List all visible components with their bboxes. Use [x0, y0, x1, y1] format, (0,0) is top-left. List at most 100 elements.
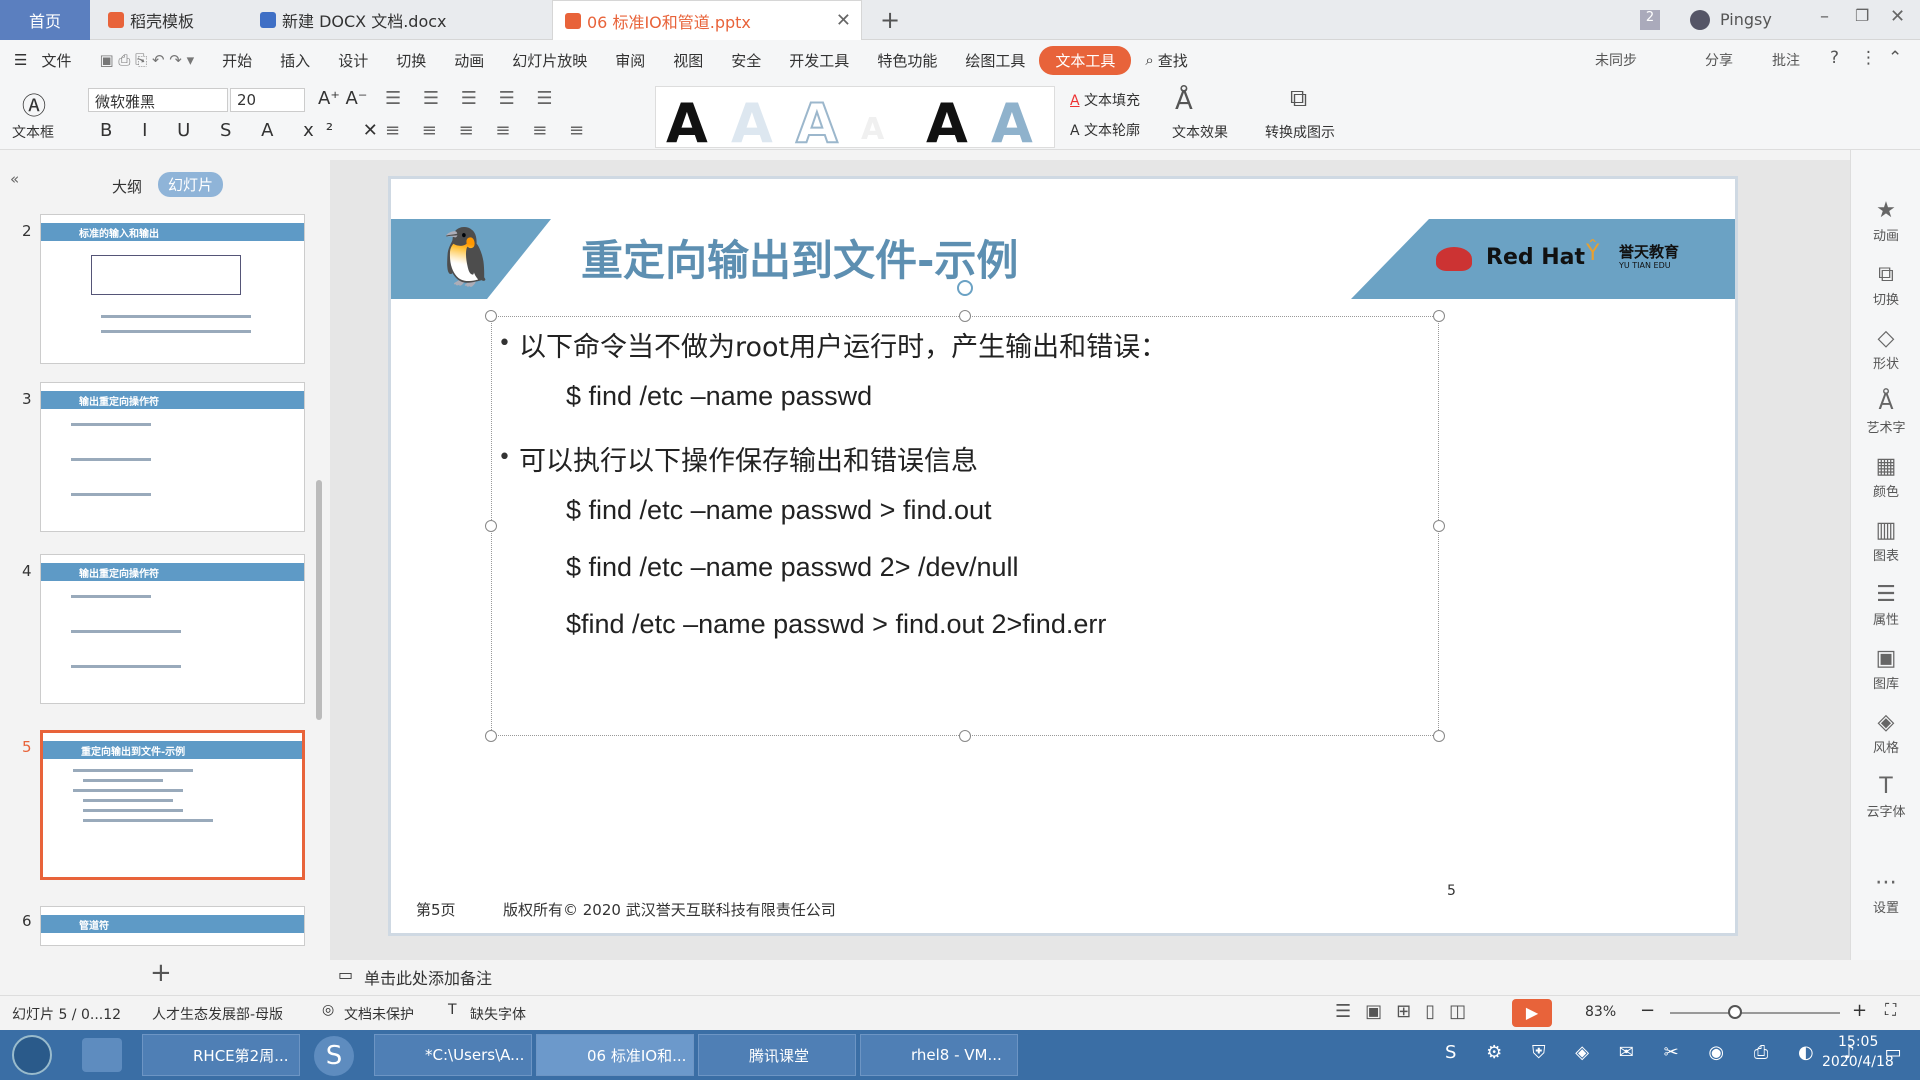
tab-count-badge[interactable]: 2	[1640, 10, 1660, 30]
menu-animation[interactable]: 动画	[440, 50, 498, 71]
wordart-gallery[interactable]: A A A A A A	[655, 86, 1055, 152]
slide-thumbnail-4[interactable]: 输出重定向操作符	[40, 554, 305, 704]
menu-transition[interactable]: 切换	[382, 50, 440, 71]
zoom-out-icon[interactable]: −	[1640, 1000, 1655, 1021]
zoom-in-icon[interactable]: +	[1852, 1000, 1867, 1021]
slide-thumbnail-2[interactable]: 标准的输入和输出	[40, 214, 305, 364]
menu-text-tools[interactable]: 文本工具	[1039, 45, 1132, 75]
notes-placeholder[interactable]: 单击此处添加备注	[364, 965, 492, 989]
wordart-style-6[interactable]: A	[991, 97, 1033, 151]
bullet-2[interactable]: 可以执行以下操作保存输出和错误信息	[519, 439, 978, 478]
taskbar-item-vmware[interactable]: rhel8 - VM...	[860, 1034, 1018, 1076]
code-line-3[interactable]: $ find /etc –name passwd 2> /dev/null	[566, 552, 1019, 583]
convert-to-diagram-button[interactable]: 转换成图示	[1265, 122, 1335, 142]
quick-access-icons[interactable]: ▣ ⎙ ⎘ ↶ ↷ ▾	[85, 51, 208, 69]
sidebar-properties[interactable]: ☰ 属性	[1851, 582, 1920, 628]
bullet-1[interactable]: 以下命令当不做为root用户运行时，产生输出和错误：	[519, 325, 1167, 364]
menu-slideshow[interactable]: 幻灯片放映	[498, 50, 601, 71]
sidebar-transition[interactable]: ⧉ 切换	[1851, 262, 1920, 308]
user-name[interactable]: Pingsy	[1720, 10, 1772, 29]
close-tab-icon[interactable]: ✕	[836, 10, 851, 31]
thumb-scrollbar[interactable]	[316, 480, 322, 720]
menu-review[interactable]: 审阅	[601, 50, 659, 71]
clock-date[interactable]: 2020/4/18	[1822, 1054, 1894, 1070]
resize-handle[interactable]	[485, 520, 497, 532]
resize-handle[interactable]	[959, 310, 971, 322]
textbox-button[interactable]: 文本框	[12, 122, 54, 142]
taskbar-item-rhce[interactable]: RHCE第2周...	[142, 1034, 300, 1076]
menu-features[interactable]: 特色功能	[863, 50, 951, 71]
menu-view[interactable]: 视图	[659, 50, 717, 71]
textbox-icon[interactable]: Ⓐ	[22, 86, 46, 121]
slide-thumbnail-5-selected[interactable]: 重定向输出到文件-示例	[40, 730, 305, 880]
wordart-style-1[interactable]: A	[666, 97, 708, 151]
code-line-2[interactable]: $ find /etc –name passwd > find.out	[566, 495, 992, 526]
sidebar-wordart[interactable]: Å 艺术字	[1851, 390, 1920, 436]
tab-docer-templates[interactable]: 稻壳模板	[96, 0, 246, 40]
new-tab-button[interactable]: +	[880, 6, 900, 34]
wordart-style-4[interactable]: A	[861, 115, 884, 145]
view-mode-icons[interactable]: ☰▣⊞▯◫	[1335, 1001, 1480, 1022]
close-window-icon[interactable]: ✕	[1890, 6, 1905, 27]
font-family-select[interactable]: 微软雅黑	[88, 88, 228, 112]
play-slideshow-button[interactable]: ▶	[1512, 999, 1552, 1027]
pinned-s-icon[interactable]: S	[314, 1036, 354, 1076]
resize-handle[interactable]	[485, 730, 497, 742]
sidebar-chart[interactable]: ▥ 图表	[1851, 518, 1920, 564]
resize-handle[interactable]	[1433, 310, 1445, 322]
protect-status[interactable]: 文档未保护	[344, 1004, 414, 1024]
format-buttons[interactable]: B I U S A x² ✕	[100, 120, 390, 141]
text-effect-button[interactable]: 文本效果	[1172, 122, 1228, 142]
sidebar-color[interactable]: ▦ 颜色	[1851, 454, 1920, 500]
slide-title[interactable]: 重定向输出到文件-示例	[581, 227, 1018, 288]
text-outline-button[interactable]: A 文本轮廓	[1070, 120, 1140, 140]
minimize-icon[interactable]: –	[1820, 6, 1829, 27]
wordart-style-2[interactable]: A	[731, 97, 773, 151]
sidebar-cloud-font[interactable]: T 云字体	[1851, 774, 1920, 820]
collapse-panel-icon[interactable]: «	[10, 170, 19, 188]
align-tools-icons[interactable]: ≡ ≡ ≡ ≡ ≡ ≡	[385, 120, 592, 141]
wordart-style-3[interactable]: A	[795, 96, 839, 152]
menu-start[interactable]: 开始	[208, 50, 266, 71]
taskbar-item-explorer[interactable]: *C:\Users\A...	[374, 1034, 532, 1076]
text-frame[interactable]	[491, 316, 1439, 736]
slide-thumbnail-6[interactable]: 管道符	[40, 906, 305, 946]
collapse-ribbon-icon[interactable]: ⌃	[1888, 48, 1902, 68]
notes-area[interactable]: ▭ 单击此处添加备注	[330, 960, 1850, 990]
zoom-slider[interactable]	[1670, 1012, 1840, 1014]
sync-status[interactable]: 未同步	[1595, 50, 1637, 70]
zoom-slider-thumb[interactable]	[1728, 1005, 1742, 1019]
more-icon[interactable]: ⋮	[1860, 48, 1877, 68]
wordart-style-5[interactable]: A	[926, 97, 968, 151]
font-grow-shrink-icons[interactable]: A⁺ A⁻	[318, 88, 367, 109]
tab-home[interactable]: 首页	[0, 0, 90, 40]
search-label[interactable]: 查找	[1158, 50, 1188, 71]
comment-button[interactable]: 批注	[1772, 50, 1800, 70]
resize-handle[interactable]	[1433, 520, 1445, 532]
sidebar-animation[interactable]: ★ 动画	[1851, 198, 1920, 244]
menu-design[interactable]: 设计	[324, 50, 382, 71]
zoom-level[interactable]: 83%	[1585, 1004, 1616, 1020]
missing-font[interactable]: 缺失字体	[470, 1004, 526, 1024]
sidebar-style[interactable]: ◈ 风格	[1851, 710, 1920, 756]
menu-security[interactable]: 安全	[717, 50, 775, 71]
hamburger-icon[interactable]: ☰	[0, 51, 41, 69]
template-name[interactable]: 人才生态发展部-母版	[152, 1004, 283, 1024]
menu-insert[interactable]: 插入	[266, 50, 324, 71]
sidebar-shape[interactable]: ◇ 形状	[1851, 326, 1920, 372]
tab-docx[interactable]: 新建 DOCX 文档.docx	[248, 0, 548, 40]
pinned-app-icon[interactable]	[82, 1038, 122, 1072]
taskbar-item-pptx[interactable]: 06 标准IO和...	[536, 1034, 694, 1076]
tab-outline[interactable]: 大纲	[112, 176, 142, 197]
fit-window-icon[interactable]: ⛶	[1885, 1000, 1896, 1020]
code-line-4[interactable]: $find /etc –name passwd > find.out 2>fin…	[566, 609, 1106, 640]
avatar[interactable]	[1690, 10, 1710, 30]
sidebar-gallery[interactable]: ▣ 图库	[1851, 646, 1920, 692]
code-line-1[interactable]: $ find /etc –name passwd	[566, 381, 872, 412]
font-size-select[interactable]: 20	[230, 88, 305, 112]
share-button[interactable]: 分享	[1705, 50, 1733, 70]
menu-file[interactable]: 文件	[41, 50, 85, 71]
restore-icon[interactable]: ❐	[1855, 6, 1869, 25]
tab-slides[interactable]: 幻灯片	[158, 172, 224, 197]
menu-developer[interactable]: 开发工具	[775, 50, 863, 71]
